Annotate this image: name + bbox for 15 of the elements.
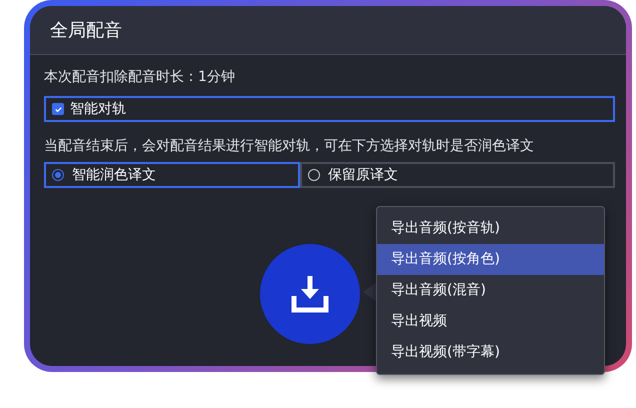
checkbox-icon: [52, 103, 64, 115]
radio-icon: [308, 169, 320, 181]
radio-option[interactable]: 保留原译文: [300, 162, 615, 188]
menu-item[interactable]: 导出音频(按音轨): [377, 213, 604, 244]
download-icon: [290, 274, 330, 314]
menu-item[interactable]: 导出视频: [377, 306, 604, 337]
description-text: 当配音结束后，会对配音结果进行智能对轨，可在下方选择对轨时是否润色译文: [44, 137, 535, 156]
smart-align-checkbox[interactable]: 智能对轨: [44, 96, 615, 122]
radio-option[interactable]: 智能润色译文: [44, 162, 300, 188]
radio-icon: [52, 169, 64, 181]
menu-item[interactable]: 导出音频(混音): [377, 275, 604, 306]
deduction-note: 本次配音扣除配音时长：1分钟: [44, 68, 236, 87]
menu-item[interactable]: 导出音频(按角色): [377, 244, 604, 275]
menu-item[interactable]: 导出视频(带字幕): [377, 337, 604, 368]
dialog-title: 全局配音: [50, 18, 122, 42]
